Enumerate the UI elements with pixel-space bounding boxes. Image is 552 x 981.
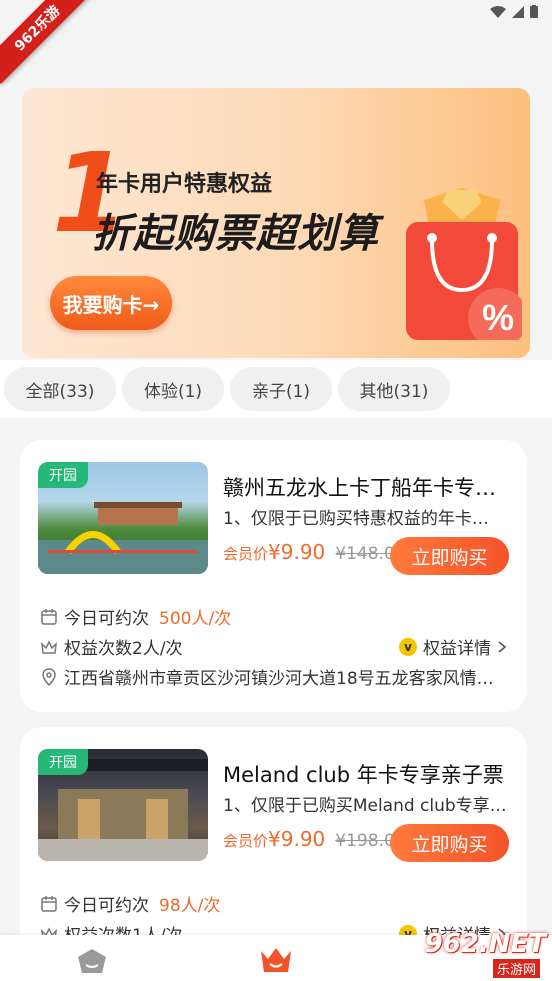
crown-icon — [41, 639, 57, 654]
location-icon — [42, 667, 56, 686]
crown-tab-icon[interactable] — [258, 945, 294, 975]
calendar-icon — [41, 895, 57, 912]
vip-icon: v — [399, 637, 417, 656]
buy-now-button[interactable]: 立即购买 — [390, 824, 509, 862]
svg-text:%: % — [482, 297, 514, 338]
ticket-description: 1、仅限于已购买Meland club专享… — [223, 796, 507, 816]
member-price-label: 会员价 — [223, 832, 269, 850]
benefit-detail-link[interactable]: v 权益详情 — [399, 634, 509, 659]
home-icon[interactable] — [76, 947, 108, 975]
member-price-label: 会员价 — [223, 545, 269, 563]
site-watermark: 962.NET 乐游网 — [410, 929, 546, 978]
price-row: 会员价 ¥9.90 ¥198.00 — [223, 827, 406, 851]
bookable-row: 今日可约次 98人/次 — [40, 891, 220, 916]
signal-icon — [512, 5, 524, 18]
banner-subtitle: 年卡用户特惠权益 — [96, 172, 273, 197]
ticket-title: 赣州五龙水上卡丁船年卡专… — [223, 476, 496, 500]
address-text: 江西省赣州市章贡区沙河镇沙河大道18号五龙客家风情… — [64, 669, 494, 689]
ticket-description: 1、仅限于已购买特惠权益的年卡… — [223, 509, 489, 529]
battery-icon — [530, 5, 538, 18]
bookable-value: 500人/次 — [159, 609, 232, 629]
wifi-icon — [490, 5, 506, 18]
calendar-icon — [41, 608, 57, 625]
tab-experience[interactable]: 体验(1) — [122, 367, 224, 411]
buy-card-button[interactable]: 我要购卡→ — [50, 276, 172, 330]
member-price: ¥9.90 — [268, 540, 326, 564]
watermark-main: 962.NET — [424, 929, 546, 959]
ticket-title: Meland club 年卡专享亲子票 — [223, 763, 504, 787]
bookable-label: 今日可约次 — [64, 896, 149, 916]
tab-all[interactable]: 全部(33) — [4, 367, 116, 411]
status-bar — [0, 0, 552, 26]
ticket-thumbnail: 开园 — [38, 749, 208, 861]
open-badge: 开园 — [38, 749, 88, 775]
benefit-count: 权益次数2人/次 — [64, 639, 183, 659]
tab-family[interactable]: 亲子(1) — [230, 367, 332, 411]
ticket-card[interactable]: 开园 赣州五龙水上卡丁船年卡专… 1、仅限于已购买特惠权益的年卡… 会员价 ¥9… — [20, 440, 527, 712]
tab-other[interactable]: 其他(31) — [338, 367, 450, 411]
ticket-thumbnail: 开园 — [38, 462, 208, 574]
buy-now-button[interactable]: 立即购买 — [390, 537, 509, 575]
shopping-bag-icon: % — [406, 188, 522, 340]
category-tabs: 全部(33) 体验(1) 亲子(1) 其他(31) — [0, 360, 552, 418]
bookable-label: 今日可约次 — [64, 609, 149, 629]
banner-headline: 折起购票超划算 — [92, 211, 379, 257]
watermark-sub: 乐游网 — [492, 959, 540, 978]
status-icons — [490, 5, 538, 18]
bookable-value: 98人/次 — [159, 896, 221, 916]
bookable-row: 今日可约次 500人/次 — [40, 604, 231, 629]
open-badge: 开园 — [38, 462, 88, 488]
price-row: 会员价 ¥9.90 ¥148.00 — [223, 540, 406, 564]
address-row: 江西省赣州市章贡区沙河镇沙河大道18号五龙客家风情… — [40, 664, 510, 689]
promo-banner[interactable]: 1 年卡用户特惠权益 折起购票超划算 我要购卡→ % — [22, 88, 530, 358]
benefit-row: 权益次数2人/次 — [40, 634, 183, 659]
chevron-right-icon — [498, 640, 507, 653]
member-price: ¥9.90 — [268, 827, 326, 851]
benefit-detail-label: 权益详情 — [423, 639, 491, 659]
